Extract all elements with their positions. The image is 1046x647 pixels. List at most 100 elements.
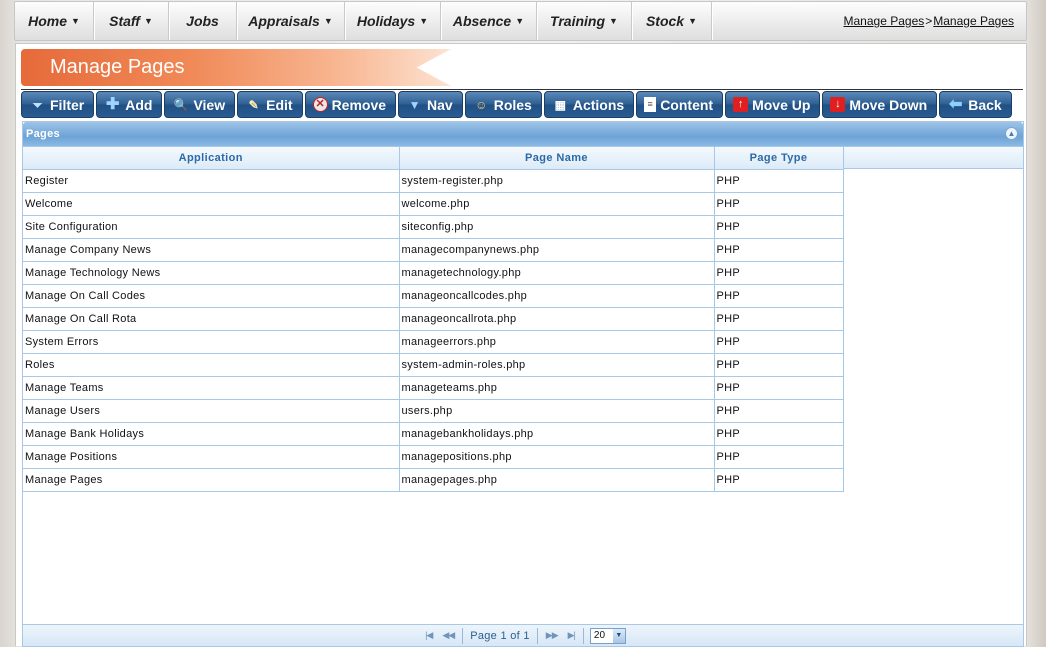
cell-page-name: managecompanynews.php (399, 238, 715, 262)
cell-page-type: PHP (714, 261, 844, 285)
cell-page-name: managetechnology.php (399, 261, 715, 285)
move-up-button[interactable]: ↑ Move Up (725, 91, 821, 118)
breadcrumb: Manage Pages>Manage Pages (844, 14, 1014, 28)
column-header-page-name[interactable]: Page Name (399, 147, 715, 170)
table-row[interactable]: Manage Pages managepages.php PHP (23, 468, 844, 492)
cell-page-name: system-register.php (399, 169, 715, 193)
cell-page-type: PHP (714, 330, 844, 354)
nav-item-jobs[interactable]: Jobs (169, 2, 237, 40)
page-title: Manage Pages (50, 56, 185, 78)
cell-application: Manage Pages (23, 468, 400, 492)
dropdown-caret-icon: ▼ (143, 16, 153, 26)
page-size-value: 20 (593, 630, 606, 641)
table-row[interactable]: Manage On Call Rota manageoncallrota.php P… (23, 307, 844, 331)
table-row[interactable]: Roles system-admin-roles.php PHP (23, 353, 844, 377)
first-page-icon[interactable]: |◀ (425, 630, 433, 641)
cell-page-name: managepositions.php (399, 445, 715, 469)
nav-item-staff[interactable]: Staff ▼ (94, 2, 169, 40)
table-row[interactable]: Manage Technology News managetechnology.p… (23, 261, 844, 285)
document-icon: ≡ (644, 97, 657, 112)
table-row[interactable]: Welcome welcome.php PHP (23, 192, 844, 216)
pager-separator (536, 627, 538, 644)
cell-application: Welcome (23, 192, 400, 216)
last-page-icon[interactable]: ▶| (568, 630, 576, 641)
cell-page-type: PHP (714, 307, 844, 331)
cell-page-type: PHP (714, 192, 844, 216)
cell-page-name: managebankholidays.php (399, 422, 715, 446)
cell-page-type: PHP (714, 238, 844, 262)
cell-page-name: siteconfig.php (399, 215, 715, 239)
plus-icon: ✚ (106, 95, 120, 113)
pages-table: Application Page Name Page Type Register… (23, 147, 844, 492)
nav-item-home[interactable]: Home ▼ (15, 2, 94, 40)
breadcrumb-link-current[interactable]: Manage Pages (933, 14, 1014, 28)
add-button[interactable]: ✚ Add (96, 91, 163, 118)
cell-page-type: PHP (714, 376, 844, 400)
top-nav-bar: Home ▼ Staff ▼ Jobs Appraisals ▼ Holidays ▼ … (14, 1, 1027, 41)
cell-application: Manage Technology News (23, 261, 400, 285)
filter-button[interactable]: ⏷ Filter (21, 91, 95, 118)
column-header-application[interactable]: Application (23, 147, 400, 170)
prev-page-icon[interactable]: ◀◀ (442, 630, 455, 641)
arrow-up-icon: ↑ (733, 97, 749, 112)
nav-arrow-icon: ▼ (408, 97, 421, 112)
nav-item-holidays[interactable]: Holidays ▼ (345, 2, 441, 40)
header-filler (844, 147, 1023, 169)
table-row[interactable]: Manage Bank Holidays managebankholidays.p… (23, 422, 844, 446)
dropdown-caret-icon: ▼ (515, 16, 525, 26)
table-row[interactable]: Register system-register.php PHP (23, 169, 844, 193)
clapperboard-icon: ▦ (554, 97, 567, 112)
main-panel: Manage Pages ⏷ Filter ✚ Add 🔍 View ✎ Edit ✕ R… (15, 43, 1027, 647)
cell-page-name: manageteams.php (399, 376, 715, 400)
table-row[interactable]: Manage Teams manageteams.php PHP (23, 376, 844, 400)
table-row[interactable]: Manage Positions managepositions.php PHP (23, 445, 844, 469)
table-body: Register system-register.php PHP Welcome wel… (23, 169, 844, 492)
cell-application: System Errors (23, 330, 400, 354)
pager-separator (462, 627, 464, 644)
view-button[interactable]: 🔍 View (164, 91, 236, 118)
table-row[interactable]: Manage Company News managecompanynews.php… (23, 238, 844, 262)
edit-button[interactable]: ✎ Edit (237, 91, 303, 118)
cell-page-name: welcome.php (399, 192, 715, 216)
back-button[interactable]: ⬅ Back (939, 91, 1012, 118)
cell-page-type: PHP (714, 215, 844, 239)
cell-page-name: manageoncallcodes.php (399, 284, 715, 308)
pencil-icon: ✎ (248, 97, 259, 112)
table-row[interactable]: Manage Users users.php PHP (23, 399, 844, 423)
cell-page-name: users.php (399, 399, 715, 423)
nav-item-training[interactable]: Training ▼ (537, 2, 632, 40)
cell-page-name: system-admin-roles.php (399, 353, 715, 377)
grid-title: Pages (26, 128, 60, 140)
arrow-left-icon: ⬅ (949, 95, 963, 113)
cell-application: Manage Positions (23, 445, 400, 469)
roles-button[interactable]: ☺ Roles (464, 91, 542, 118)
cell-page-type: PHP (714, 445, 844, 469)
grid-title-bar: Pages ▲ (23, 122, 1023, 147)
cell-page-type: PHP (714, 468, 844, 492)
dropdown-caret-icon: ▼ (609, 16, 618, 26)
nav-item-absence[interactable]: Absence ▼ (441, 2, 537, 40)
actions-button[interactable]: ▦ Actions (543, 91, 635, 118)
cell-application: Manage Teams (23, 376, 400, 400)
move-down-button[interactable]: ↓ Move Down (822, 91, 938, 118)
nav-item-stock[interactable]: Stock ▼ (632, 2, 712, 40)
content-button[interactable]: ≡ Content (636, 91, 724, 118)
toolbar-divider (21, 89, 1023, 90)
table-row[interactable]: Manage On Call Codes manageoncallcodes.ph… (23, 284, 844, 308)
remove-button[interactable]: ✕ Remove (304, 91, 397, 118)
dropdown-caret-icon: ▼ (419, 16, 429, 26)
table-row[interactable]: Site Configuration siteconfig.php PHP (23, 215, 844, 239)
collapse-icon[interactable]: ▲ (1005, 127, 1018, 140)
nav-button[interactable]: ▼ Nav (398, 91, 463, 118)
nav-item-appraisals[interactable]: Appraisals ▼ (237, 2, 345, 40)
table-row[interactable]: System Errors manageerrors.php PHP (23, 330, 844, 354)
cell-page-type: PHP (714, 399, 844, 423)
breadcrumb-link-parent[interactable]: Manage Pages (844, 14, 925, 28)
cell-application: Manage On Call Rota (23, 307, 400, 331)
user-icon: ☺ (475, 97, 488, 112)
pager: |◀ ◀◀ Page 1 of 1 ▶▶ ▶| 20 ▼ (23, 624, 1023, 646)
column-header-page-type[interactable]: Page Type (714, 147, 844, 170)
cell-page-name: manageerrors.php (399, 330, 715, 354)
next-page-icon[interactable]: ▶▶ (546, 630, 559, 641)
page-size-select[interactable]: 20 ▼ (589, 627, 626, 644)
